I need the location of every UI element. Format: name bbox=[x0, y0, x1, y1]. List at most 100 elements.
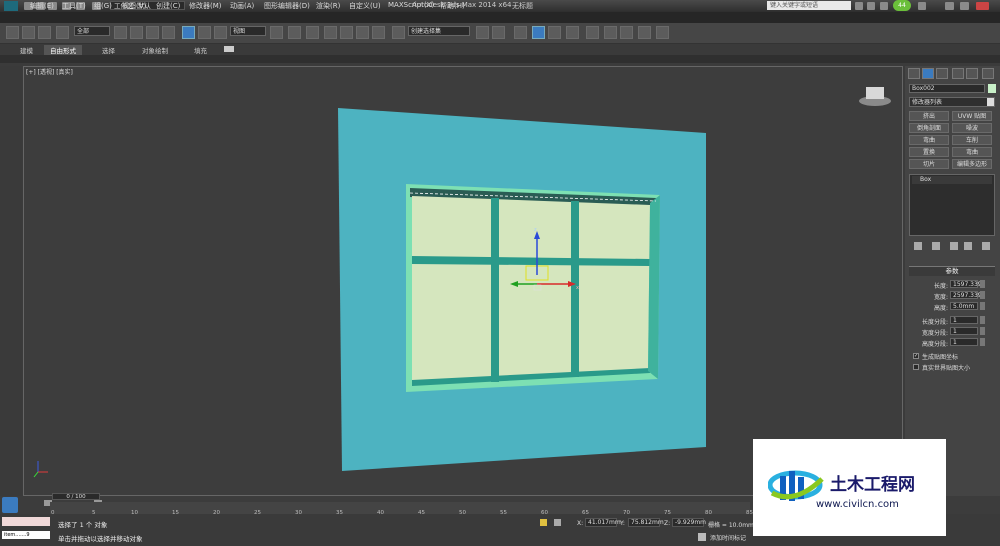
menu-maxscript[interactable]: MAXScript(X) bbox=[388, 1, 434, 9]
selection-filter-dropdown[interactable]: 全部 bbox=[74, 26, 110, 36]
height-segs-input[interactable]: 1 bbox=[950, 338, 978, 346]
maxscript-listener[interactable]: item.......9 bbox=[2, 531, 50, 539]
menu-modifiers[interactable]: 修改器(M) bbox=[189, 1, 222, 11]
show-end-result-icon[interactable] bbox=[932, 242, 940, 250]
render-setup-icon[interactable] bbox=[604, 26, 617, 39]
render-cloud-icon[interactable] bbox=[656, 26, 669, 39]
tab-selection[interactable]: 选择 bbox=[96, 45, 121, 55]
scene-canvas[interactable]: z x bbox=[24, 67, 902, 495]
width-segs-input[interactable]: 1 bbox=[950, 327, 978, 335]
pin-stack-icon[interactable] bbox=[914, 242, 922, 250]
modifier-button-lathe[interactable]: 车削 bbox=[952, 135, 992, 145]
edit-named-sets-icon[interactable] bbox=[392, 26, 405, 39]
align-icon[interactable] bbox=[492, 26, 505, 39]
stack-item[interactable]: Box bbox=[912, 176, 992, 184]
menu-edit[interactable]: 编辑(E) bbox=[30, 1, 54, 11]
modifier-button-noise[interactable]: 噪波 bbox=[952, 123, 992, 133]
rect-selection-icon[interactable] bbox=[146, 26, 159, 39]
pivot-center-icon[interactable] bbox=[270, 26, 283, 39]
motion-tab-icon[interactable] bbox=[952, 68, 964, 79]
menu-create[interactable]: 创建(C) bbox=[156, 1, 180, 11]
search-input[interactable]: 键入关键字或短语 bbox=[767, 1, 851, 10]
modifier-list-dropdown[interactable]: 修改器列表 bbox=[909, 97, 995, 107]
graphite-ribbon-icon[interactable] bbox=[532, 26, 545, 39]
snaps-toggle-icon[interactable] bbox=[324, 26, 337, 39]
mini-curve-editor-icon[interactable] bbox=[2, 497, 18, 513]
bind-space-warp-icon[interactable] bbox=[38, 26, 51, 39]
app-logo-icon[interactable] bbox=[4, 1, 18, 11]
gen-mapping-checkbox[interactable]: ✓ bbox=[913, 353, 919, 359]
real-world-checkbox[interactable] bbox=[913, 364, 919, 370]
unlink-icon[interactable] bbox=[22, 26, 35, 39]
make-unique-icon[interactable] bbox=[950, 242, 958, 250]
schematic-view-icon[interactable] bbox=[566, 26, 579, 39]
remove-modifier-icon[interactable] bbox=[964, 242, 972, 250]
percent-snap-icon[interactable] bbox=[356, 26, 369, 39]
select-move-icon[interactable] bbox=[182, 26, 195, 39]
rendered-frame-icon[interactable] bbox=[620, 26, 633, 39]
named-selection-dropdown[interactable]: 创建选择集 bbox=[408, 26, 470, 36]
search-icon[interactable] bbox=[855, 2, 863, 10]
material-editor-icon[interactable] bbox=[586, 26, 599, 39]
maximize-icon[interactable] bbox=[960, 2, 969, 10]
perspective-viewport[interactable]: z x bbox=[23, 66, 903, 496]
width-spinner[interactable] bbox=[980, 291, 985, 299]
menu-help[interactable]: 帮助(H) bbox=[440, 1, 465, 11]
tab-modeling[interactable]: 建模 bbox=[14, 45, 39, 55]
ref-coord-dropdown[interactable]: 视图 bbox=[230, 26, 266, 36]
modify-tab-icon[interactable] bbox=[922, 68, 934, 79]
select-by-name-icon[interactable] bbox=[130, 26, 143, 39]
modifier-button-bevel-profile[interactable]: 倒角剖面 bbox=[909, 123, 949, 133]
render-production-icon[interactable] bbox=[638, 26, 651, 39]
curve-editor-icon[interactable] bbox=[548, 26, 561, 39]
time-tag-icon[interactable] bbox=[698, 533, 706, 541]
display-tab-icon[interactable] bbox=[966, 68, 978, 79]
configure-sets-icon[interactable] bbox=[982, 242, 990, 250]
select-link-icon[interactable] bbox=[6, 26, 19, 39]
length-input[interactable]: 1597.339 bbox=[950, 280, 982, 288]
modifier-button-uvw-map[interactable]: UVW 贴图 bbox=[952, 111, 992, 121]
add-time-tag[interactable]: 添加时间标记 bbox=[710, 533, 746, 542]
modifier-button-bend-2[interactable]: 弯曲 bbox=[952, 147, 992, 157]
info-center-icon[interactable] bbox=[880, 2, 888, 10]
x-coordinate-field[interactable]: 41.017mm bbox=[585, 518, 621, 527]
tab-freeform[interactable]: 自由形式 bbox=[44, 45, 82, 55]
modifier-button-edit-poly[interactable]: 编辑多边形 bbox=[952, 159, 992, 169]
absolute-mode-icon[interactable] bbox=[554, 519, 561, 526]
select-scale-icon[interactable] bbox=[214, 26, 227, 39]
viewport-label[interactable]: [+] [透视] [真实] bbox=[26, 67, 73, 76]
menu-graph-editors[interactable]: 图形编辑器(D) bbox=[264, 1, 310, 11]
height-input[interactable]: 5.0mm bbox=[950, 302, 978, 310]
spinner-snap-icon[interactable] bbox=[372, 26, 385, 39]
close-icon[interactable] bbox=[976, 2, 989, 10]
modifier-button-extrude[interactable]: 挤出 bbox=[909, 111, 949, 121]
length-segs-input[interactable]: 1 bbox=[950, 316, 978, 324]
viewcube-icon[interactable] bbox=[866, 87, 884, 99]
ribbon-options-icon[interactable] bbox=[224, 46, 234, 52]
select-manipulate-icon[interactable] bbox=[288, 26, 301, 39]
menu-group[interactable]: 组(G) bbox=[94, 1, 112, 11]
hierarchy-tab-icon[interactable] bbox=[936, 68, 948, 79]
height-spinner[interactable] bbox=[980, 302, 985, 310]
time-slider[interactable]: 0 / 100 bbox=[52, 493, 100, 500]
layer-manager-icon[interactable] bbox=[514, 26, 527, 39]
menu-rendering[interactable]: 渲染(R) bbox=[316, 1, 340, 11]
angle-snap-icon[interactable] bbox=[340, 26, 353, 39]
menu-tools[interactable]: 工具(T) bbox=[62, 1, 86, 11]
length-segs-spinner[interactable] bbox=[980, 316, 985, 324]
lock-selection-icon[interactable] bbox=[540, 519, 547, 526]
tab-object-paint[interactable]: 对象绘制 bbox=[136, 45, 174, 55]
help-icon[interactable] bbox=[918, 2, 926, 10]
menu-views[interactable]: 视图(V) bbox=[122, 1, 146, 11]
params-rollout-header[interactable]: 参数 bbox=[909, 266, 995, 276]
length-spinner[interactable] bbox=[980, 280, 985, 288]
y-coordinate-field[interactable]: 75.812mm bbox=[628, 518, 664, 527]
height-segs-spinner[interactable] bbox=[980, 338, 985, 346]
minimize-icon[interactable] bbox=[945, 2, 954, 10]
modifier-button-slice[interactable]: 切片 bbox=[909, 159, 949, 169]
window-crossing-icon[interactable] bbox=[162, 26, 175, 39]
keyboard-shortcut-icon[interactable] bbox=[306, 26, 319, 39]
badge-count[interactable]: 44 bbox=[893, 0, 911, 11]
menu-customize[interactable]: 自定义(U) bbox=[349, 1, 381, 11]
create-tab-icon[interactable] bbox=[908, 68, 920, 79]
